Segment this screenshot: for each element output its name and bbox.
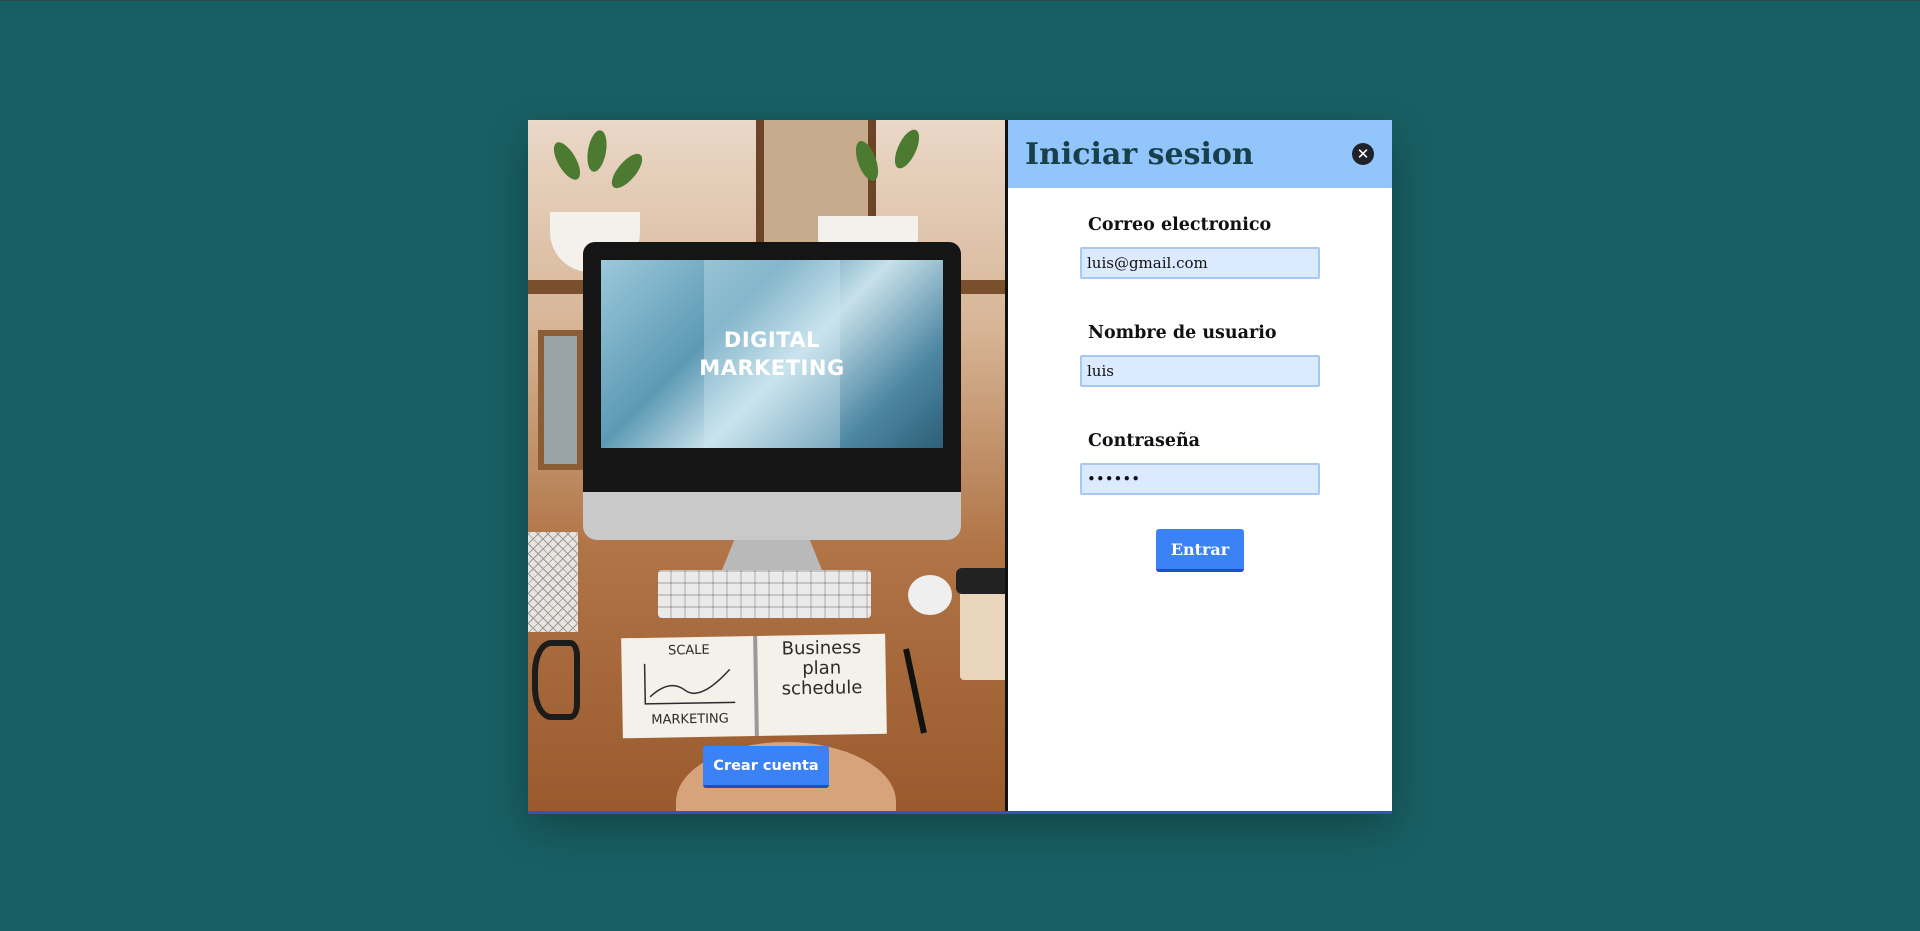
chart-sketch-icon — [643, 663, 735, 705]
wall-picture-frame — [538, 330, 583, 470]
desktop-monitor: DIGITAL MARKETING — [583, 242, 961, 600]
plant-leaf — [889, 126, 925, 172]
notebook-schedule-text: schedule — [781, 677, 863, 700]
pencil — [903, 648, 927, 734]
screen-caption-line1: DIGITAL — [723, 328, 821, 352]
monitor-chin — [583, 492, 961, 540]
password-field[interactable] — [1080, 463, 1320, 495]
close-icon[interactable]: ✕ — [1352, 143, 1374, 165]
mouse — [908, 575, 952, 615]
notebook-business-text: Business — [781, 637, 862, 660]
plant-leaf — [584, 128, 610, 174]
submit-button[interactable]: Entrar — [1156, 529, 1244, 572]
username-field-group: Nombre de usuario — [1080, 323, 1320, 387]
login-modal: DIGITAL MARKETING SCALE MARKETING Busine… — [528, 120, 1392, 814]
screen-caption: DIGITAL MARKETING — [699, 326, 844, 382]
email-field-group: Correo electronico — [1080, 215, 1320, 279]
username-field[interactable] — [1080, 355, 1320, 387]
notebook-plan-text: plan — [802, 657, 842, 680]
notebook: SCALE MARKETING Business plan schedule — [621, 633, 887, 739]
plant-leaf — [606, 149, 648, 193]
username-label: Nombre de usuario — [1088, 323, 1277, 343]
login-title: Iniciar sesion — [1025, 136, 1254, 172]
notebook-marketing-text: MARKETING — [651, 711, 729, 728]
password-label: Contraseña — [1088, 431, 1201, 451]
screen-caption-line2: MARKETING — [699, 356, 845, 380]
modal-bottom-border — [528, 811, 1392, 814]
monitor-bezel: DIGITAL MARKETING — [583, 242, 961, 512]
keyboard — [658, 570, 871, 618]
login-form-panel: Iniciar sesion ✕ Correo electronico Nomb… — [1008, 120, 1392, 811]
notebook-left-page: SCALE MARKETING — [631, 642, 747, 728]
coffee-cup-lid — [956, 568, 1005, 594]
pencil-holder — [528, 532, 578, 632]
eyeglasses — [532, 640, 580, 720]
monitor-screen: DIGITAL MARKETING — [601, 260, 943, 448]
notebook-spine — [753, 635, 759, 736]
plant-leaf — [548, 138, 586, 184]
notebook-right-page: Business plan schedule — [763, 637, 880, 700]
email-field[interactable] — [1080, 247, 1320, 279]
window-top-border — [0, 0, 1920, 1]
workspace-photo: DIGITAL MARKETING SCALE MARKETING Busine… — [528, 120, 1005, 811]
email-label: Correo electronico — [1088, 215, 1272, 235]
password-field-group: Contraseña — [1080, 431, 1320, 495]
login-header: Iniciar sesion ✕ — [1008, 120, 1392, 188]
create-account-button[interactable]: Crear cuenta — [703, 746, 829, 788]
